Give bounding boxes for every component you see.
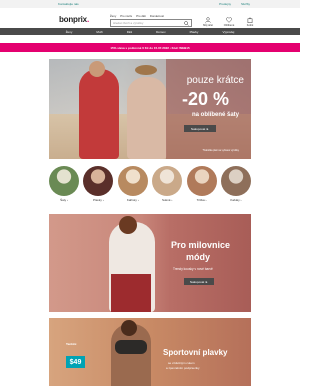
search-tab-home[interactable]: Domácnost <box>150 14 164 18</box>
category-image[interactable] <box>220 166 251 196</box>
search-tabs: Ženy Pro muže Pro děti Domácnost <box>110 14 164 18</box>
header: bonprix. Ženy Pro muže Pro děti Domácnos… <box>0 8 300 28</box>
hero-shop-button[interactable]: Nakupovat ► <box>184 125 216 132</box>
category-image[interactable] <box>186 166 217 196</box>
logo[interactable]: bonprix. <box>59 15 89 24</box>
search-input[interactable]: Hledat zboží a výrobky <box>110 19 192 27</box>
cart-button[interactable]: Košík <box>245 17 255 27</box>
category-coats[interactable]: Kabáty › <box>220 166 251 206</box>
main-nav: Ženy Muži Děti Domov Plavky Výprodej <box>0 28 300 35</box>
search-tab-women[interactable]: Ženy <box>110 14 116 18</box>
hero-line3: na oblíbené šaty <box>191 112 239 118</box>
swim-model-top <box>115 340 147 354</box>
search-tab-kids[interactable]: Pro děti <box>136 14 146 18</box>
logo-dot: . <box>86 15 89 24</box>
account-label: Můj účet <box>203 24 213 27</box>
nav-item-men[interactable]: Muži <box>96 30 102 34</box>
fashion-banner-title-line2: módy <box>186 252 211 262</box>
contact-link[interactable]: Kontaktujte nás <box>58 2 79 6</box>
category-image[interactable] <box>83 166 114 196</box>
fashion-banner-shop-button[interactable]: Nakupovat ► <box>184 278 214 285</box>
category-swimwear[interactable]: Plavky › <box>83 166 114 206</box>
category-image[interactable] <box>117 166 148 196</box>
services-link[interactable]: Služby <box>241 2 250 6</box>
account-button[interactable]: Můj účet <box>203 17 213 27</box>
cart-label: Košík <box>246 24 254 27</box>
fashion-banner[interactable]: Pro milovnice módy Trendy kousky v nové … <box>49 214 251 312</box>
category-row: Šaty › Plavky › Kalhoty › Sukně › Trička… <box>49 166 251 206</box>
account-icon <box>205 17 211 23</box>
category-label[interactable]: Kabáty › <box>230 198 241 202</box>
category-image[interactable] <box>49 166 79 196</box>
category-image[interactable] <box>152 166 183 196</box>
fashion-banner-title-line1: Pro milovnice <box>171 240 231 250</box>
hero-line1: pouze krátce <box>186 75 244 86</box>
search-icon[interactable] <box>184 21 189 26</box>
fashion-banner-subtitle: Trendy kousky v nové barvě <box>173 267 213 271</box>
top-bar: Kontaktujte nás Prodejny Služby <box>0 0 300 8</box>
category-label[interactable]: Sukně › <box>162 198 172 202</box>
promo-bar[interactable]: 15% sleva s poštovné 0 Kč do 15.07.2022 … <box>0 43 300 52</box>
category-skirts[interactable]: Sukně › <box>152 166 183 206</box>
banner-model-head <box>119 216 137 234</box>
category-label[interactable]: Plavky › <box>93 198 104 202</box>
stores-link[interactable]: Prodejny <box>219 2 231 6</box>
category-label[interactable]: Šaty › <box>60 198 68 202</box>
top-bar-links: Prodejny Služby <box>219 2 250 6</box>
category-trousers[interactable]: Kalhoty › <box>117 166 148 206</box>
swimwear-banner-text2: a zpevněním podprsenky <box>166 366 200 370</box>
swimwear-banner-title: Sportovní plavky <box>163 348 228 357</box>
banner-model-pants <box>111 274 151 312</box>
hero-banner[interactable]: pouze krátce -20 % na oblíbené šaty Naku… <box>49 59 251 159</box>
swim-product-tag: Tankini <box>66 342 77 346</box>
hero-note: *Nabídka platí na vybrané výrobky <box>202 149 239 152</box>
search-placeholder: Hledat zboží a výrobky <box>113 21 144 25</box>
swim-model-head <box>121 320 137 336</box>
nav-item-home[interactable]: Domov <box>156 30 166 34</box>
header-icons: Můj účet Oblíbené Košík <box>203 17 255 27</box>
wishlist-label: Oblíbené <box>223 24 235 27</box>
hero-model-hat <box>135 65 157 75</box>
swimwear-banner[interactable]: Tankini $49 Sportovní plavky se vzdušným… <box>49 318 251 386</box>
hero-model-floral-dress <box>127 77 167 159</box>
hero-model-red-dress <box>79 69 119 159</box>
nav-item-kids[interactable]: Děti <box>127 30 132 34</box>
hero-discount: -20 % <box>181 89 229 109</box>
swimwear-banner-text1: se vzdušným cutem <box>168 361 195 365</box>
category-label[interactable]: Trička › <box>197 198 207 202</box>
swim-price-badge: $49 <box>66 356 85 368</box>
category-tshirts[interactable]: Trička › <box>186 166 217 206</box>
nav-item-sale[interactable]: Výprodej <box>222 30 234 34</box>
search-tab-men[interactable]: Pro muže <box>120 14 132 18</box>
hero-model-head <box>89 61 105 77</box>
category-label[interactable]: Kalhoty › <box>127 198 139 202</box>
promo-text: 15% sleva s poštovné 0 Kč do 15.07.2022 … <box>110 45 190 50</box>
category-dresses[interactable]: Šaty › <box>49 166 79 206</box>
logo-text: bonprix <box>59 15 87 24</box>
nav-item-women[interactable]: Ženy <box>66 30 73 34</box>
heart-icon <box>226 17 232 23</box>
bag-icon <box>247 17 253 23</box>
nav-item-swimwear[interactable]: Plavky <box>190 30 199 34</box>
wishlist-button[interactable]: Oblíbené <box>224 17 234 27</box>
